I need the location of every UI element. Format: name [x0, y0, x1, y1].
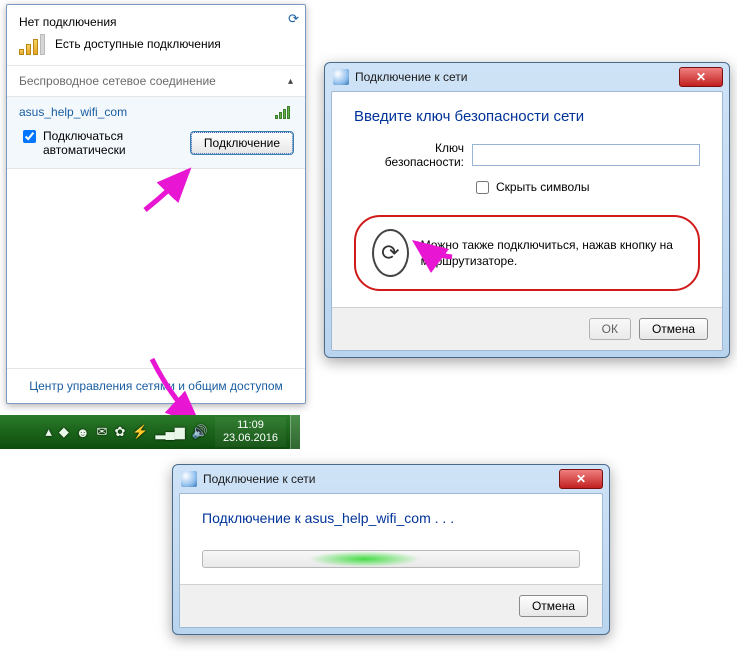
auto-connect-checkbox[interactable]: Подключаться автоматически	[19, 129, 126, 158]
close-button[interactable]: ✕	[679, 67, 723, 87]
dialog-heading: Введите ключ безопасности сети	[354, 108, 700, 125]
network-icon[interactable]: ▂▄▆	[156, 424, 185, 440]
key-label: Ключ безопасности:	[354, 141, 464, 170]
progress-glow-icon	[308, 551, 421, 567]
ssid-label: asus_help_wifi_com	[19, 105, 127, 119]
signal-bars-icon	[19, 33, 47, 55]
close-button[interactable]: ✕	[559, 469, 603, 489]
chevron-up-icon: ▴	[288, 76, 293, 87]
refresh-icon[interactable]: ⟳	[288, 11, 299, 27]
dialog-button-row: Отмена	[180, 584, 602, 627]
dialog-title: Подключение к сети	[203, 472, 315, 486]
progress-message: Подключение к asus_help_wifi_com . . .	[202, 510, 580, 526]
clock-time: 11:09	[223, 419, 278, 432]
dialog-body: Введите ключ безопасности сети Ключ безо…	[331, 91, 723, 351]
network-item[interactable]: asus_help_wifi_com	[7, 97, 305, 123]
dialog-body: Подключение к asus_help_wifi_com . . . О…	[179, 493, 603, 628]
wps-hint-box: ⟳ Можно также подключиться, нажав кнопку…	[354, 215, 700, 291]
tray-up-icon[interactable]: ▴	[45, 424, 52, 440]
power-icon[interactable]: ⚡	[132, 424, 148, 440]
cancel-button[interactable]: Отмена	[639, 318, 708, 340]
network-flyout: ⟳ Нет подключения Есть доступные подключ…	[6, 4, 306, 404]
progress-dialog: Подключение к сети ✕ Подключение к asus_…	[172, 464, 610, 635]
chat-icon[interactable]: ✉	[97, 424, 108, 440]
progress-bar	[202, 550, 580, 568]
flyout-header: ⟳ Нет подключения Есть доступные подключ…	[7, 5, 305, 66]
dialog-icon	[333, 69, 349, 85]
dialog-button-row: ОК Отмена	[332, 307, 722, 350]
volume-icon[interactable]: 🔊	[192, 424, 208, 440]
connect-row: Подключаться автоматически Подключение	[7, 123, 305, 169]
cancel-button[interactable]: Отмена	[519, 595, 588, 617]
security-key-dialog: Подключение к сети ✕ Введите ключ безопа…	[324, 62, 730, 358]
auto-connect-label: Подключаться автоматически	[43, 129, 126, 158]
ok-button[interactable]: ОК	[589, 318, 631, 340]
router-icon: ⟳	[372, 229, 409, 277]
auto-connect-input[interactable]	[23, 130, 36, 143]
clock[interactable]: 11:09 23.06.2016	[215, 417, 286, 446]
hide-characters-checkbox[interactable]: Скрыть символы	[472, 178, 700, 197]
dialog-icon	[181, 471, 197, 487]
app-icon[interactable]: ☻	[76, 425, 90, 440]
hide-characters-label: Скрыть символы	[496, 180, 590, 194]
titlebar[interactable]: Подключение к сети ✕	[325, 63, 729, 91]
titlebar[interactable]: Подключение к сети ✕	[173, 465, 609, 493]
connect-button[interactable]: Подключение	[191, 132, 293, 154]
shield-icon[interactable]: ◆	[59, 424, 69, 440]
dialog-title: Подключение к сети	[355, 70, 467, 84]
wireless-label: Беспроводное сетевое соединение	[19, 74, 216, 88]
signal-strength-icon	[275, 105, 293, 119]
available-label: Есть доступные подключения	[55, 37, 221, 51]
flyout-footer: Центр управления сетями и общим доступом	[7, 368, 305, 403]
key-row: Ключ безопасности:	[354, 141, 700, 170]
wps-hint-text: Можно также подключиться, нажав кнопку н…	[421, 237, 682, 269]
clock-date: 23.06.2016	[223, 432, 278, 445]
show-desktop-button[interactable]	[290, 415, 300, 449]
system-tray: ▴ ◆ ☻ ✉ ✿ ⚡ ▂▄▆ 🔊 11:09 23.06.2016	[41, 417, 290, 446]
wireless-section-header[interactable]: Беспроводное сетевое соединение ▴	[7, 66, 305, 97]
security-key-input[interactable]	[472, 144, 700, 166]
network-center-link[interactable]: Центр управления сетями и общим доступом	[29, 379, 283, 393]
hide-characters-input[interactable]	[476, 181, 489, 194]
taskbar: ▴ ◆ ☻ ✉ ✿ ⚡ ▂▄▆ 🔊 11:09 23.06.2016	[0, 415, 300, 449]
gear-icon[interactable]: ✿	[114, 424, 125, 440]
no-connection-label: Нет подключения	[19, 15, 293, 29]
available-row: Есть доступные подключения	[19, 33, 293, 55]
